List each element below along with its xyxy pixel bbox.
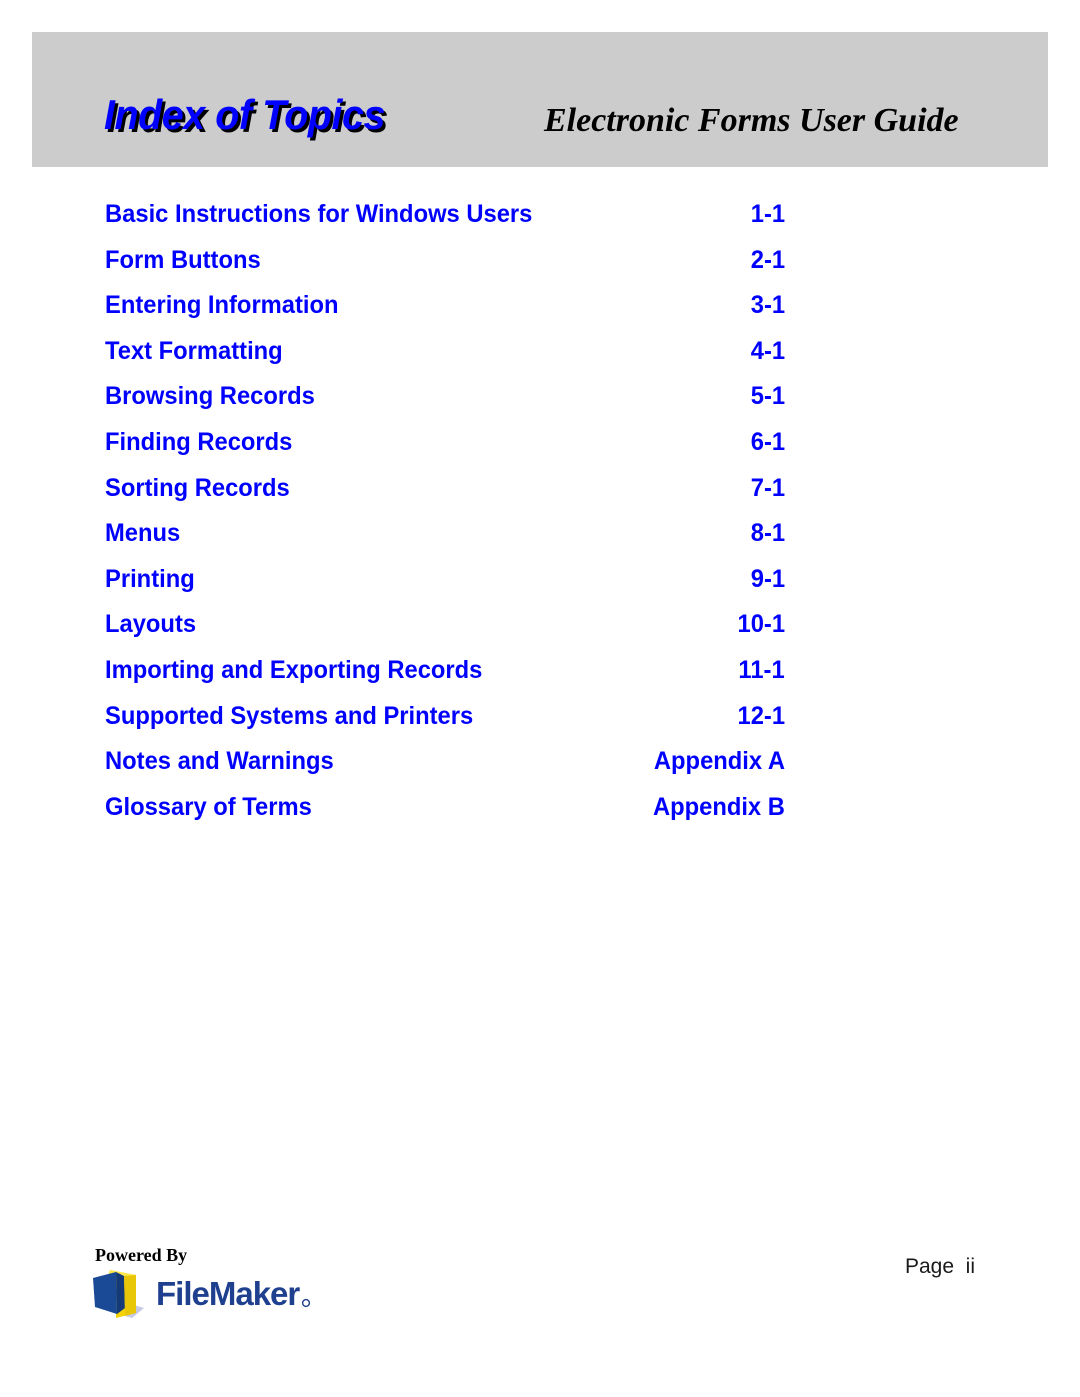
page-footer: Powered By FileMaker Page ii — [0, 1240, 1080, 1350]
index-entry-topic[interactable]: Basic Instructions for Windows Users — [105, 200, 532, 228]
index-entry-row[interactable]: Text Formatting 4-1 — [105, 337, 785, 383]
index-entry-row[interactable]: Layouts 10-1 — [105, 610, 785, 656]
index-entry-topic[interactable]: Finding Records — [105, 428, 292, 456]
index-entry-row[interactable]: Finding Records 6-1 — [105, 428, 785, 474]
svg-text:FileMaker: FileMaker — [156, 1275, 300, 1312]
page-title: Index of Topics — [104, 91, 386, 138]
index-entry-page[interactable]: Appendix A — [654, 747, 785, 775]
index-entry-topic[interactable]: Sorting Records — [105, 474, 290, 502]
index-entry-topic[interactable]: Supported Systems and Printers — [105, 702, 473, 730]
index-entry-page[interactable]: 6-1 — [751, 428, 785, 456]
index-entry-page[interactable]: 7-1 — [751, 474, 785, 502]
document-subtitle: Electronic Forms User Guide — [544, 102, 959, 139]
index-entry-page[interactable]: 5-1 — [751, 382, 785, 410]
index-entry-page[interactable]: Appendix B — [653, 793, 785, 821]
index-entry-topic[interactable]: Importing and Exporting Records — [105, 656, 482, 684]
index-entry-page[interactable]: 9-1 — [751, 565, 785, 593]
index-entry-row[interactable]: Sorting Records 7-1 — [105, 474, 785, 520]
index-entry-topic[interactable]: Text Formatting — [105, 337, 283, 365]
index-entry-topic[interactable]: Browsing Records — [105, 382, 315, 410]
index-entry-page[interactable]: 11-1 — [739, 656, 785, 684]
index-entry-row[interactable]: Importing and Exporting Records 11-1 — [105, 656, 785, 702]
index-entry-row[interactable]: Menus 8-1 — [105, 519, 785, 565]
index-entry-page[interactable]: 1-1 — [751, 200, 785, 228]
document-page: Index of Topics Electronic Forms User Gu… — [0, 0, 1080, 1397]
index-entry-row[interactable]: Glossary of Terms Appendix B — [105, 793, 785, 839]
index-entry-topic[interactable]: Layouts — [105, 610, 196, 638]
index-entry-topic[interactable]: Printing — [105, 565, 195, 593]
index-entry-row[interactable]: Notes and Warnings Appendix A — [105, 747, 785, 793]
index-entry-topic[interactable]: Notes and Warnings — [105, 747, 334, 775]
powered-by-label: Powered By — [95, 1245, 188, 1265]
index-entry-page[interactable]: 4-1 — [751, 337, 785, 365]
filemaker-folder-icon — [93, 1270, 144, 1318]
filemaker-logo: FileMaker — [86, 1266, 316, 1324]
index-entry-row[interactable]: Supported Systems and Printers 12-1 — [105, 702, 785, 748]
index-entry-row[interactable]: Browsing Records 5-1 — [105, 382, 785, 428]
header-band: Index of Topics Electronic Forms User Gu… — [32, 32, 1048, 167]
index-entry-page[interactable]: 3-1 — [751, 291, 785, 319]
index-entry-topic[interactable]: Entering Information — [105, 291, 339, 319]
page-number: Page ii — [904, 1255, 976, 1278]
index-entry-row[interactable]: Entering Information 3-1 — [105, 291, 785, 337]
index-entry-page[interactable]: 12-1 — [737, 702, 785, 730]
index-of-topics-list: Basic Instructions for Windows Users 1-1… — [105, 200, 785, 838]
index-entry-topic[interactable]: Form Buttons — [105, 246, 261, 274]
index-entry-page[interactable]: 8-1 — [751, 519, 785, 547]
index-entry-row[interactable]: Printing 9-1 — [105, 565, 785, 611]
index-entry-row[interactable]: Basic Instructions for Windows Users 1-1 — [105, 200, 785, 246]
filemaker-wordmark: FileMaker — [156, 1275, 311, 1312]
index-entry-topic[interactable]: Menus — [105, 519, 180, 547]
index-entry-topic[interactable]: Glossary of Terms — [105, 793, 312, 821]
index-entry-page[interactable]: 10-1 — [737, 610, 785, 638]
index-entry-page[interactable]: 2-1 — [751, 246, 785, 274]
index-entry-row[interactable]: Form Buttons 2-1 — [105, 246, 785, 292]
